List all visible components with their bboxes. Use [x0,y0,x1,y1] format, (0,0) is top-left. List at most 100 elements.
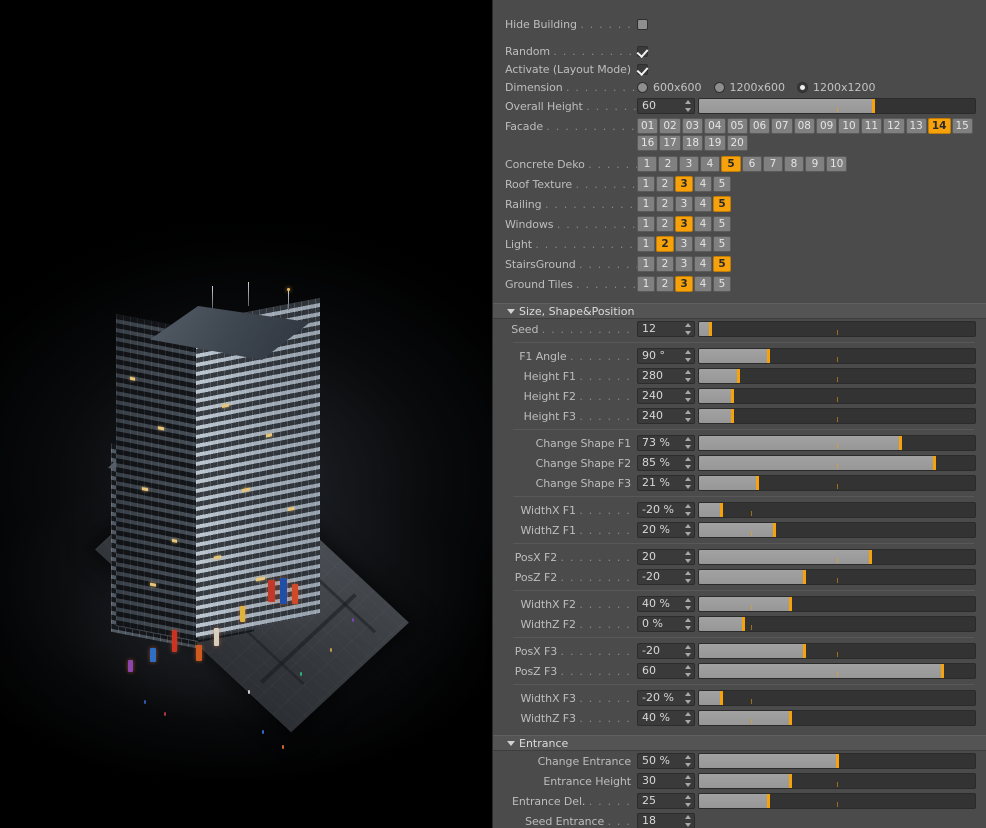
row-f1-angle[interactable]: F1 Angle . . . . . . . 90 ° [493,346,986,366]
spinner-seed-entrance[interactable] [684,815,691,827]
select-button-07[interactable]: 07 [771,118,793,134]
row-entrance-del[interactable]: Entrance Del. . . . . . 25 [493,791,986,811]
select-button-10[interactable]: 10 [838,118,860,134]
slider-knob[interactable] [736,369,740,383]
spinner-change-entrance[interactable] [684,755,691,767]
spinner-change-shape-f3[interactable] [684,477,691,489]
select-button-3[interactable]: 3 [675,176,693,192]
row-entrance-height[interactable]: Entrance Height 30 [493,771,986,791]
select-button-7[interactable]: 7 [763,156,783,172]
input-widthz-f3[interactable]: 40 % [637,710,695,726]
slider-knob[interactable] [731,409,735,423]
select-button-2[interactable]: 2 [656,256,674,272]
select-button-11[interactable]: 11 [860,118,883,134]
row-posz-f2[interactable]: PosZ F2 . . . . . . . . -20 [493,567,986,587]
slider-height-f2[interactable] [698,388,976,404]
slider-knob[interactable] [789,711,793,725]
radio-option-dimension-1[interactable]: 1200x600 [713,81,785,94]
slider-knob[interactable] [871,99,875,113]
spinner-overall-height[interactable] [684,100,691,112]
select-button-19[interactable]: 19 [704,135,726,151]
slider-knob[interactable] [720,691,724,705]
row-height-f1[interactable]: Height F1 . . . . . . 280 [493,366,986,386]
select-button-2[interactable]: 2 [656,216,674,232]
select-button-5[interactable]: 5 [713,176,731,192]
button-group-light[interactable]: 12345 [637,236,731,252]
select-button-1[interactable]: 1 [637,216,655,232]
select-button-13[interactable]: 13 [905,118,927,134]
input-posx-f2[interactable]: 20 [637,549,695,565]
button-group-roof-texture[interactable]: 12345 [637,176,731,192]
checkbox-hide-building[interactable] [637,18,648,30]
radio-icon[interactable] [797,81,809,93]
slider-widthx-f1[interactable] [698,502,976,518]
section-header-size-shape-position[interactable]: Size, Shape&Position [493,303,986,319]
slider-widthz-f3[interactable] [698,710,976,726]
spinner-entrance-height[interactable] [684,775,691,787]
slider-knob[interactable] [789,597,793,611]
radio-group-dimension[interactable]: 600x600 1200x600 1200x1200 [637,81,884,94]
input-posz-f3[interactable]: 60 [637,663,695,679]
input-entrance-height[interactable]: 30 [637,773,695,789]
input-seed-entrance[interactable]: 18 [637,813,695,828]
row-stairs-ground[interactable]: StairsGround . . . . . . . . 12345 [493,254,986,274]
select-button-1[interactable]: 1 [637,196,655,212]
select-button-01[interactable]: 01 [637,118,659,134]
select-button-17[interactable]: 17 [659,135,681,151]
spinner-widthx-f2[interactable] [684,598,691,610]
select-button-03[interactable]: 03 [681,118,704,134]
slider-change-shape-f2[interactable] [698,455,976,471]
spinner-height-f1[interactable] [684,370,691,382]
select-button-4[interactable]: 4 [694,196,712,212]
select-button-15[interactable]: 15 [951,118,973,134]
row-height-f3[interactable]: Height F3 . . . . . . 240 [493,406,986,426]
spinner-height-f2[interactable] [684,390,691,402]
slider-knob[interactable] [720,503,724,517]
select-button-2[interactable]: 2 [656,276,674,292]
select-button-5[interactable]: 5 [713,196,731,212]
spinner-widthx-f1[interactable] [684,504,691,516]
button-group-stairs-ground[interactable]: 12345 [637,256,731,272]
select-button-6[interactable]: 6 [742,156,762,172]
select-button-1[interactable]: 1 [637,156,657,172]
select-button-3[interactable]: 3 [675,276,693,292]
button-group-concrete-deko[interactable]: 1 2 3 4 5 6 7 8 9 10 [637,156,848,172]
row-facade[interactable]: Facade . . . . . . . . . . . . . 0102030… [493,116,986,151]
row-widthz-f1[interactable]: WidthZ F1 . . . . . . 20 % [493,520,986,540]
slider-knob[interactable] [709,322,713,336]
slider-knob[interactable] [836,754,839,768]
select-button-5[interactable]: 5 [713,236,731,252]
input-change-shape-f2[interactable]: 85 % [637,455,695,471]
spinner-posx-f2[interactable] [684,551,691,563]
select-button-4[interactable]: 4 [694,276,712,292]
button-group-ground-tiles[interactable]: 12345 [637,276,731,292]
row-activate-layout-mode[interactable]: Activate (Layout Mode) [493,60,986,78]
select-button-12[interactable]: 12 [883,118,905,134]
row-overall-height[interactable]: Overall Height . . . . . . . 60 [493,96,986,116]
attributes-panel[interactable]: Hide Building . . . . . . . . Random . .… [492,0,986,828]
row-concrete-deko[interactable]: Concrete Deko . . . . . . . . 1234567891… [493,154,986,174]
slider-knob[interactable] [731,389,735,403]
slider-change-shape-f1[interactable] [698,435,976,451]
slider-overall-height[interactable] [698,98,976,114]
row-widthx-f2[interactable]: WidthX F2 . . . . . . 40 % [493,594,986,614]
slider-widthx-f2[interactable] [698,596,976,612]
slider-widthz-f1[interactable] [698,522,976,538]
select-button-2[interactable]: 2 [656,236,674,252]
select-button-3[interactable]: 3 [675,236,693,252]
row-height-f2[interactable]: Height F2 . . . . . . 240 [493,386,986,406]
select-button-3[interactable]: 3 [675,216,693,232]
slider-knob[interactable] [767,794,770,808]
slider-knob[interactable] [932,456,936,470]
spinner-entrance-del[interactable] [684,795,691,807]
slider-change-shape-f3[interactable] [698,475,976,491]
select-button-08[interactable]: 08 [793,118,815,134]
row-widthz-f2[interactable]: WidthZ F2 . . . . . . 0 % [493,614,986,634]
select-button-1[interactable]: 1 [637,256,655,272]
select-button-06[interactable]: 06 [748,118,771,134]
slider-height-f3[interactable] [698,408,976,424]
3d-viewport[interactable] [0,0,492,828]
input-widthx-f1[interactable]: -20 % [637,502,695,518]
row-railing[interactable]: Railing . . . . . . . . . . . . . 12345 [493,194,986,214]
slider-posz-f2[interactable] [698,569,976,585]
